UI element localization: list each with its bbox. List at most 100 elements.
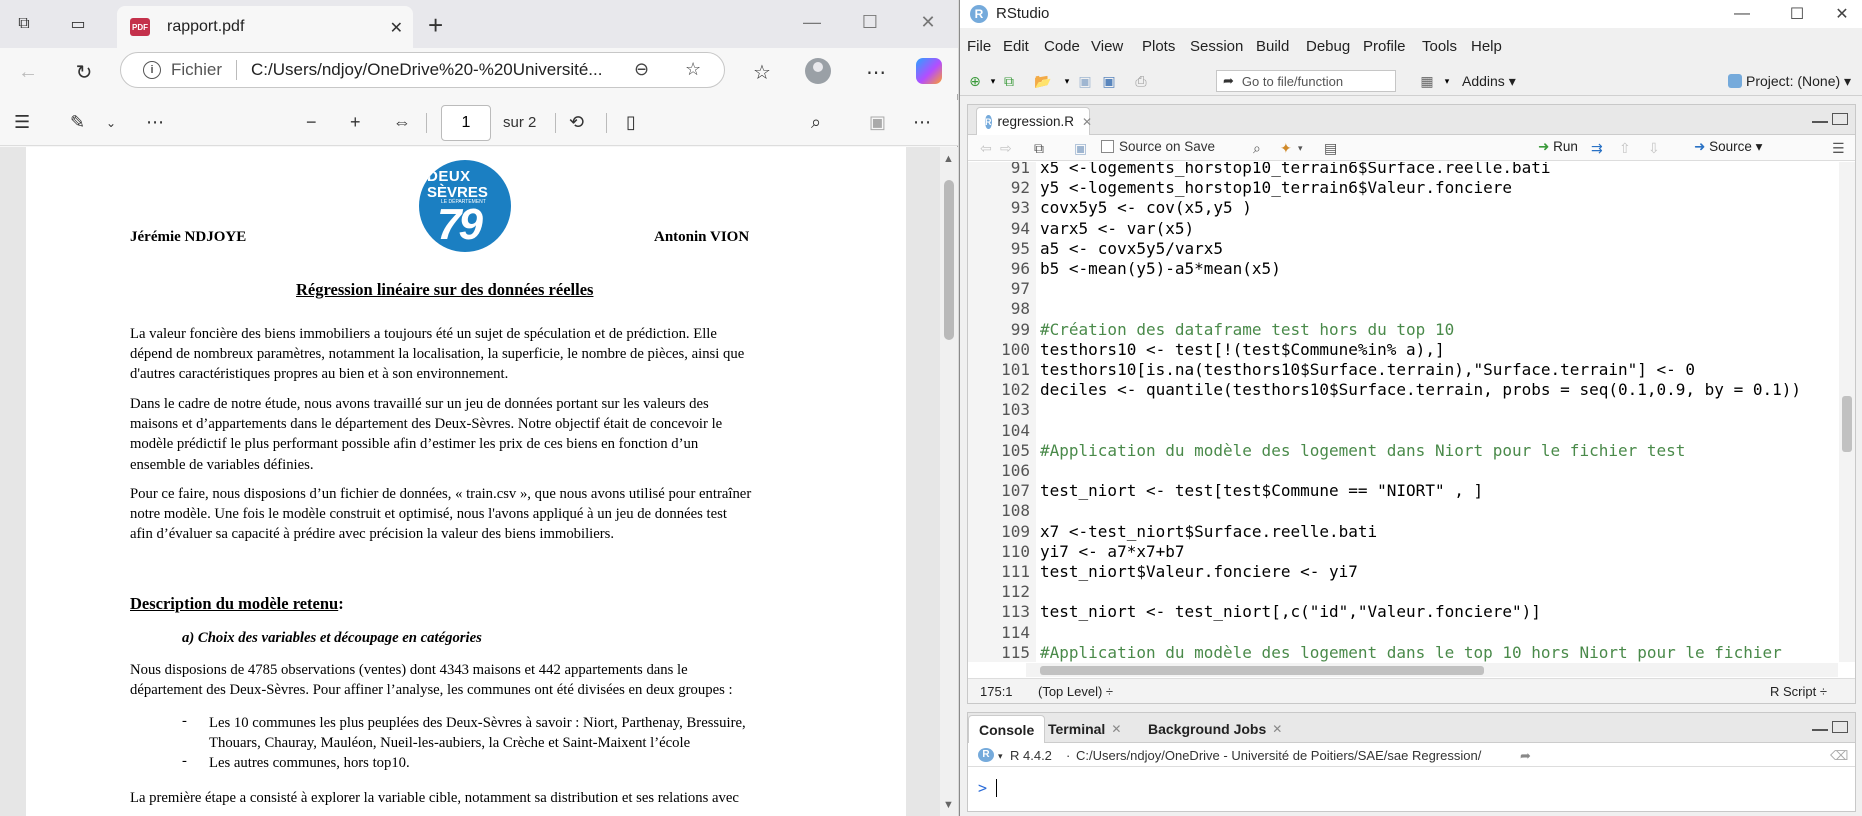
zoom-icon[interactable]: ⊖ [634, 59, 649, 80]
forward-icon[interactable]: ⇨ [1000, 140, 1012, 157]
page-number-input[interactable]: 1 [441, 105, 491, 141]
chevron-down-icon[interactable]: ▾ [1058, 72, 1076, 90]
tab-terminal[interactable]: Terminal ✕ [1038, 715, 1131, 743]
code-line[interactable]: 101 testhors10[is.na(testhors10$Surface.t… [968, 360, 1848, 380]
code-line[interactable]: 110 yi7 <- a7*x7+b7 [968, 542, 1848, 562]
code-line[interactable]: 104 [968, 421, 1848, 441]
code-line[interactable]: 107 test_niort <- test[test$Commune == "N… [968, 481, 1848, 501]
fit-width-icon[interactable]: ⇔ [393, 112, 411, 133]
code-line[interactable]: 98 [968, 299, 1848, 319]
menu-profile[interactable]: Profile [1363, 38, 1406, 55]
code-line[interactable]: 102 deciles <- quantile(testhors10$Surfac… [968, 380, 1848, 400]
new-project-icon[interactable]: ⧉ [1000, 72, 1018, 90]
code-line[interactable]: 114 [968, 623, 1848, 643]
pane-layout-icon[interactable]: ▦ [1418, 72, 1436, 90]
menu-view[interactable]: View [1091, 38, 1123, 55]
menu-tools[interactable]: Tools [1422, 38, 1457, 55]
save-icon[interactable]: ▣ [1074, 140, 1087, 157]
site-info-icon[interactable]: i [143, 61, 161, 79]
code-line[interactable]: 113 test_niort <- test_niort[,c("id","Val… [968, 602, 1848, 622]
go-to-file-input[interactable]: ➦ Go to file/function [1216, 70, 1396, 92]
address-bar[interactable]: i Fichier C:/Users/ndjoy/OneDrive%20-%20… [120, 52, 725, 88]
go-up-icon[interactable]: ⇧ [1619, 140, 1631, 157]
search-icon[interactable]: ⌕ [811, 112, 821, 133]
find-icon[interactable]: ⌕ [1253, 140, 1261, 157]
print-icon[interactable]: ⎙ [1132, 72, 1150, 90]
open-file-icon[interactable]: 📂 [1034, 72, 1052, 90]
chevron-down-icon[interactable]: ⌄ [106, 116, 116, 130]
scroll-thumb[interactable] [944, 180, 954, 340]
code-line[interactable]: 96 b5 <-mean(y5)-a5*mean(x5) [968, 259, 1848, 279]
console-input-caret[interactable] [996, 779, 997, 797]
minimize-pane-icon[interactable] [1812, 727, 1828, 731]
code-tools-icon[interactable]: ✦ [1280, 140, 1292, 157]
menu-help[interactable]: Help [1471, 38, 1502, 55]
profile-avatar[interactable] [805, 58, 831, 84]
chevron-down-icon[interactable]: ▾ [1298, 143, 1303, 154]
code-line[interactable]: 115 #Application du modèle des logement d… [968, 643, 1848, 662]
more-icon[interactable]: ⋯ [862, 58, 890, 86]
addins-menu[interactable]: Addins ▾ [1462, 73, 1516, 90]
zoom-in-icon[interactable]: + [350, 112, 361, 133]
code-line[interactable]: 99 #Création des dataframe test hors du t… [968, 320, 1848, 340]
tab-regression-r[interactable]: R regression.R ✕ [976, 107, 1092, 135]
code-line[interactable]: 103 [968, 400, 1848, 420]
scroll-down-icon[interactable]: ▼ [943, 799, 954, 811]
code-line[interactable]: 91 x5 <-logements_horstop10_terrain6$Surf… [968, 162, 1848, 178]
menu-edit[interactable]: Edit [1003, 38, 1029, 55]
code-line[interactable]: 109 x7 <-test_niort$Surface.reelle.bati [968, 522, 1848, 542]
url-text[interactable]: C:/Users/ndjoy/OneDrive%20-%20Université… [251, 60, 602, 80]
refresh-icon[interactable]: ↻ [70, 58, 98, 86]
editor-horizontal-scrollbar[interactable] [1026, 663, 1838, 677]
rotate-icon[interactable]: ⟲ [569, 112, 584, 133]
close-tab-icon[interactable]: ✕ [390, 18, 403, 38]
zoom-out-icon[interactable]: − [306, 112, 317, 133]
draw-icon[interactable]: ✎ [70, 112, 85, 133]
minimize-icon[interactable]: — [1722, 2, 1762, 26]
close-window-icon[interactable]: ✕ [908, 8, 948, 36]
code-line[interactable]: 97 [968, 279, 1848, 299]
code-line[interactable]: 94 varx5 <- var(x5) [968, 219, 1848, 239]
pdf-scrollbar[interactable]: ▲ ▼ [940, 147, 958, 816]
new-tab-button[interactable]: + [428, 10, 443, 41]
star-icon[interactable]: ☆ [685, 59, 701, 80]
save-all-icon[interactable]: ▣ [1100, 72, 1118, 90]
close-window-icon[interactable]: ✕ [1822, 2, 1862, 26]
menu-file[interactable]: File [967, 38, 991, 55]
more-icon[interactable]: ⋯ [913, 112, 931, 133]
minimize-icon[interactable]: — [792, 8, 832, 36]
clear-console-icon[interactable]: ⌫ [1830, 748, 1848, 764]
show-in-window-icon[interactable]: ⧉ [1034, 140, 1044, 157]
editor-vertical-scrollbar[interactable] [1839, 162, 1855, 662]
menu-debug[interactable]: Debug [1306, 38, 1350, 55]
code-line[interactable]: 105 #Application du modèle des logement d… [968, 441, 1848, 461]
tab-actions-icon[interactable]: ▭ [66, 12, 90, 36]
code-line[interactable]: 100 testhors10 <- test[!(test$Commune%in%… [968, 340, 1848, 360]
code-line[interactable]: 111 test_niort$Valeur.fonciere <- yi7 [968, 562, 1848, 582]
copilot-icon[interactable] [916, 58, 942, 84]
back-arrow-icon[interactable]: ← [14, 58, 42, 86]
favorites-icon[interactable]: ☆ [748, 58, 776, 86]
code-editor[interactable]: 91 x5 <-logements_horstop10_terrain6$Surf… [968, 162, 1855, 662]
source-on-save-checkbox[interactable] [1101, 140, 1114, 153]
compile-report-icon[interactable]: ▤ [1324, 140, 1337, 157]
close-tab-icon[interactable]: ✕ [1082, 115, 1092, 129]
menu-session[interactable]: Session [1190, 38, 1243, 55]
tab-console[interactable]: Console [968, 715, 1046, 743]
project-menu[interactable]: Project: (None) ▾ [1728, 73, 1851, 90]
tab-rapport-pdf[interactable]: PDF rapport.pdf ✕ [117, 6, 413, 48]
minimize-pane-icon[interactable] [1812, 119, 1828, 123]
scroll-thumb[interactable] [1040, 666, 1484, 675]
outline-icon[interactable]: ☰ [1832, 140, 1845, 157]
page-view-icon[interactable]: ▯ [626, 112, 636, 133]
maximize-icon[interactable]: ☐ [1777, 2, 1817, 26]
save-icon[interactable]: ▣ [1076, 72, 1094, 90]
menu-code[interactable]: Code [1044, 38, 1080, 55]
run-button[interactable]: ➜ Run [1538, 139, 1578, 155]
maximize-icon[interactable]: ☐ [850, 8, 890, 36]
code-line[interactable]: 112 [968, 582, 1848, 602]
maximize-pane-icon[interactable] [1832, 721, 1848, 733]
menu-build[interactable]: Build [1256, 38, 1289, 55]
tab-background-jobs[interactable]: Background Jobs ✕ [1138, 715, 1292, 743]
go-down-icon[interactable]: ⇩ [1648, 140, 1660, 157]
